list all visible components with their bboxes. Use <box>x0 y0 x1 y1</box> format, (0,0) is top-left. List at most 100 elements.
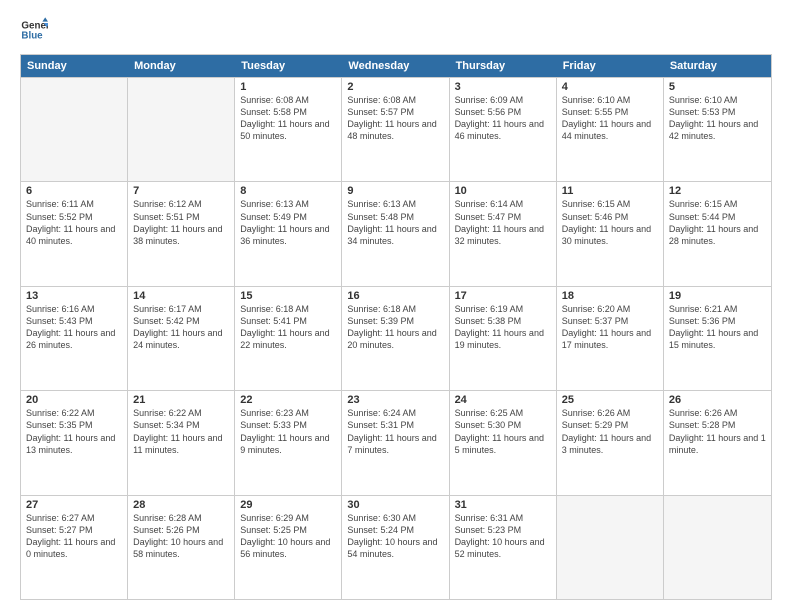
day-cell-12: 12Sunrise: 6:15 AM Sunset: 5:44 PM Dayli… <box>664 182 771 285</box>
header-day-wednesday: Wednesday <box>342 55 449 77</box>
day-number: 21 <box>133 394 229 406</box>
day-info: Sunrise: 6:14 AM Sunset: 5:47 PM Dayligh… <box>455 198 551 247</box>
day-number: 5 <box>669 81 766 93</box>
day-cell-27: 27Sunrise: 6:27 AM Sunset: 5:27 PM Dayli… <box>21 496 128 599</box>
day-cell-23: 23Sunrise: 6:24 AM Sunset: 5:31 PM Dayli… <box>342 391 449 494</box>
day-cell-11: 11Sunrise: 6:15 AM Sunset: 5:46 PM Dayli… <box>557 182 664 285</box>
day-info: Sunrise: 6:10 AM Sunset: 5:55 PM Dayligh… <box>562 94 658 143</box>
day-cell-22: 22Sunrise: 6:23 AM Sunset: 5:33 PM Dayli… <box>235 391 342 494</box>
header-day-tuesday: Tuesday <box>235 55 342 77</box>
day-info: Sunrise: 6:09 AM Sunset: 5:56 PM Dayligh… <box>455 94 551 143</box>
page-header: General Blue <box>20 16 772 44</box>
calendar-row-1: 6Sunrise: 6:11 AM Sunset: 5:52 PM Daylig… <box>21 181 771 285</box>
day-number: 22 <box>240 394 336 406</box>
day-info: Sunrise: 6:18 AM Sunset: 5:41 PM Dayligh… <box>240 303 336 352</box>
day-number: 27 <box>26 499 122 511</box>
day-number: 20 <box>26 394 122 406</box>
day-info: Sunrise: 6:10 AM Sunset: 5:53 PM Dayligh… <box>669 94 766 143</box>
calendar-row-0: 1Sunrise: 6:08 AM Sunset: 5:58 PM Daylig… <box>21 77 771 181</box>
calendar-row-3: 20Sunrise: 6:22 AM Sunset: 5:35 PM Dayli… <box>21 390 771 494</box>
day-info: Sunrise: 6:11 AM Sunset: 5:52 PM Dayligh… <box>26 198 122 247</box>
day-cell-29: 29Sunrise: 6:29 AM Sunset: 5:25 PM Dayli… <box>235 496 342 599</box>
day-cell-19: 19Sunrise: 6:21 AM Sunset: 5:36 PM Dayli… <box>664 287 771 390</box>
empty-cell <box>128 78 235 181</box>
day-info: Sunrise: 6:22 AM Sunset: 5:35 PM Dayligh… <box>26 407 122 456</box>
svg-text:Blue: Blue <box>21 30 43 41</box>
calendar-body: 1Sunrise: 6:08 AM Sunset: 5:58 PM Daylig… <box>21 77 771 599</box>
day-info: Sunrise: 6:22 AM Sunset: 5:34 PM Dayligh… <box>133 407 229 456</box>
empty-cell <box>557 496 664 599</box>
day-info: Sunrise: 6:21 AM Sunset: 5:36 PM Dayligh… <box>669 303 766 352</box>
day-info: Sunrise: 6:08 AM Sunset: 5:58 PM Dayligh… <box>240 94 336 143</box>
day-cell-13: 13Sunrise: 6:16 AM Sunset: 5:43 PM Dayli… <box>21 287 128 390</box>
header-day-sunday: Sunday <box>21 55 128 77</box>
calendar: SundayMondayTuesdayWednesdayThursdayFrid… <box>20 54 772 600</box>
header-day-monday: Monday <box>128 55 235 77</box>
day-number: 13 <box>26 290 122 302</box>
day-number: 24 <box>455 394 551 406</box>
day-number: 17 <box>455 290 551 302</box>
day-cell-28: 28Sunrise: 6:28 AM Sunset: 5:26 PM Dayli… <box>128 496 235 599</box>
day-info: Sunrise: 6:26 AM Sunset: 5:28 PM Dayligh… <box>669 407 766 456</box>
day-number: 23 <box>347 394 443 406</box>
day-info: Sunrise: 6:23 AM Sunset: 5:33 PM Dayligh… <box>240 407 336 456</box>
empty-cell <box>21 78 128 181</box>
calendar-header: SundayMondayTuesdayWednesdayThursdayFrid… <box>21 55 771 77</box>
day-cell-2: 2Sunrise: 6:08 AM Sunset: 5:57 PM Daylig… <box>342 78 449 181</box>
logo: General Blue <box>20 16 48 44</box>
day-number: 28 <box>133 499 229 511</box>
logo-icon: General Blue <box>20 16 48 44</box>
day-number: 6 <box>26 185 122 197</box>
header-day-friday: Friday <box>557 55 664 77</box>
day-cell-5: 5Sunrise: 6:10 AM Sunset: 5:53 PM Daylig… <box>664 78 771 181</box>
day-number: 18 <box>562 290 658 302</box>
day-number: 10 <box>455 185 551 197</box>
day-number: 29 <box>240 499 336 511</box>
day-cell-20: 20Sunrise: 6:22 AM Sunset: 5:35 PM Dayli… <box>21 391 128 494</box>
day-info: Sunrise: 6:29 AM Sunset: 5:25 PM Dayligh… <box>240 512 336 561</box>
day-info: Sunrise: 6:15 AM Sunset: 5:46 PM Dayligh… <box>562 198 658 247</box>
day-cell-8: 8Sunrise: 6:13 AM Sunset: 5:49 PM Daylig… <box>235 182 342 285</box>
day-number: 19 <box>669 290 766 302</box>
day-info: Sunrise: 6:19 AM Sunset: 5:38 PM Dayligh… <box>455 303 551 352</box>
day-cell-30: 30Sunrise: 6:30 AM Sunset: 5:24 PM Dayli… <box>342 496 449 599</box>
day-cell-26: 26Sunrise: 6:26 AM Sunset: 5:28 PM Dayli… <box>664 391 771 494</box>
day-number: 16 <box>347 290 443 302</box>
day-number: 3 <box>455 81 551 93</box>
header-day-thursday: Thursday <box>450 55 557 77</box>
day-info: Sunrise: 6:25 AM Sunset: 5:30 PM Dayligh… <box>455 407 551 456</box>
day-cell-3: 3Sunrise: 6:09 AM Sunset: 5:56 PM Daylig… <box>450 78 557 181</box>
day-info: Sunrise: 6:08 AM Sunset: 5:57 PM Dayligh… <box>347 94 443 143</box>
day-number: 7 <box>133 185 229 197</box>
day-info: Sunrise: 6:24 AM Sunset: 5:31 PM Dayligh… <box>347 407 443 456</box>
day-info: Sunrise: 6:20 AM Sunset: 5:37 PM Dayligh… <box>562 303 658 352</box>
day-info: Sunrise: 6:26 AM Sunset: 5:29 PM Dayligh… <box>562 407 658 456</box>
day-cell-21: 21Sunrise: 6:22 AM Sunset: 5:34 PM Dayli… <box>128 391 235 494</box>
day-number: 11 <box>562 185 658 197</box>
day-number: 12 <box>669 185 766 197</box>
day-number: 15 <box>240 290 336 302</box>
day-cell-9: 9Sunrise: 6:13 AM Sunset: 5:48 PM Daylig… <box>342 182 449 285</box>
day-info: Sunrise: 6:16 AM Sunset: 5:43 PM Dayligh… <box>26 303 122 352</box>
day-number: 14 <box>133 290 229 302</box>
day-cell-31: 31Sunrise: 6:31 AM Sunset: 5:23 PM Dayli… <box>450 496 557 599</box>
day-cell-24: 24Sunrise: 6:25 AM Sunset: 5:30 PM Dayli… <box>450 391 557 494</box>
day-cell-10: 10Sunrise: 6:14 AM Sunset: 5:47 PM Dayli… <box>450 182 557 285</box>
day-info: Sunrise: 6:12 AM Sunset: 5:51 PM Dayligh… <box>133 198 229 247</box>
day-number: 2 <box>347 81 443 93</box>
day-number: 9 <box>347 185 443 197</box>
day-info: Sunrise: 6:31 AM Sunset: 5:23 PM Dayligh… <box>455 512 551 561</box>
day-info: Sunrise: 6:28 AM Sunset: 5:26 PM Dayligh… <box>133 512 229 561</box>
day-cell-4: 4Sunrise: 6:10 AM Sunset: 5:55 PM Daylig… <box>557 78 664 181</box>
day-cell-17: 17Sunrise: 6:19 AM Sunset: 5:38 PM Dayli… <box>450 287 557 390</box>
empty-cell <box>664 496 771 599</box>
day-cell-7: 7Sunrise: 6:12 AM Sunset: 5:51 PM Daylig… <box>128 182 235 285</box>
day-info: Sunrise: 6:17 AM Sunset: 5:42 PM Dayligh… <box>133 303 229 352</box>
day-cell-18: 18Sunrise: 6:20 AM Sunset: 5:37 PM Dayli… <box>557 287 664 390</box>
day-info: Sunrise: 6:27 AM Sunset: 5:27 PM Dayligh… <box>26 512 122 561</box>
calendar-row-2: 13Sunrise: 6:16 AM Sunset: 5:43 PM Dayli… <box>21 286 771 390</box>
day-number: 26 <box>669 394 766 406</box>
day-cell-25: 25Sunrise: 6:26 AM Sunset: 5:29 PM Dayli… <box>557 391 664 494</box>
calendar-row-4: 27Sunrise: 6:27 AM Sunset: 5:27 PM Dayli… <box>21 495 771 599</box>
day-info: Sunrise: 6:13 AM Sunset: 5:48 PM Dayligh… <box>347 198 443 247</box>
